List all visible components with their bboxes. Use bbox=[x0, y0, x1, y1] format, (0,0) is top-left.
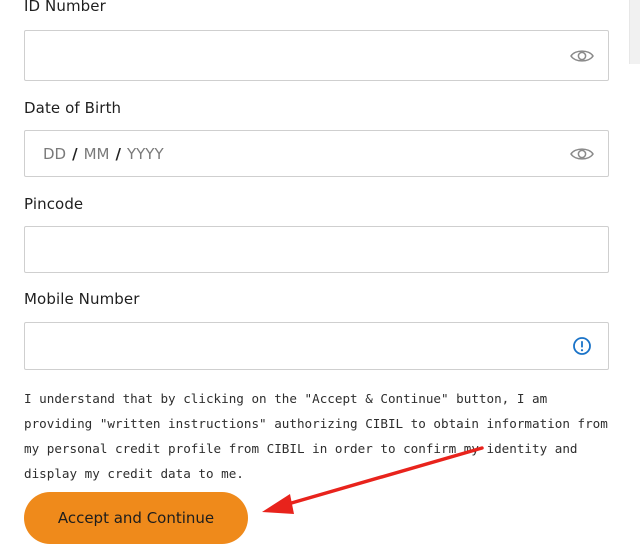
dob-separator: / bbox=[72, 144, 78, 163]
dob-separator: / bbox=[115, 144, 121, 163]
scrollbar[interactable] bbox=[629, 0, 640, 64]
eye-icon[interactable] bbox=[570, 44, 594, 68]
info-icon bbox=[570, 334, 594, 358]
dob-input[interactable]: DD / MM / YYYY bbox=[24, 130, 609, 177]
pincode-input[interactable] bbox=[24, 226, 609, 273]
mobile-number-input[interactable] bbox=[24, 322, 609, 370]
eye-icon[interactable] bbox=[570, 142, 594, 166]
dob-placeholder: DD / MM / YYYY bbox=[43, 145, 164, 163]
dob-year-placeholder: YYYY bbox=[126, 144, 164, 163]
consent-text: I understand that by clicking on the "Ac… bbox=[24, 391, 608, 481]
id-number-input[interactable] bbox=[24, 30, 609, 81]
credit-form-page: ID Number Date of Birth DD / MM / YYYY Pinco… bbox=[0, 0, 640, 552]
dob-day-placeholder: DD bbox=[43, 144, 67, 163]
dob-label: Date of Birth bbox=[24, 99, 122, 117]
mobile-number-label: Mobile Number bbox=[24, 290, 140, 308]
id-number-label: ID Number bbox=[24, 0, 106, 15]
dob-month-placeholder: MM bbox=[83, 144, 110, 163]
accept-and-continue-button[interactable]: Accept and Continue bbox=[24, 492, 248, 544]
pincode-label: Pincode bbox=[24, 195, 84, 213]
